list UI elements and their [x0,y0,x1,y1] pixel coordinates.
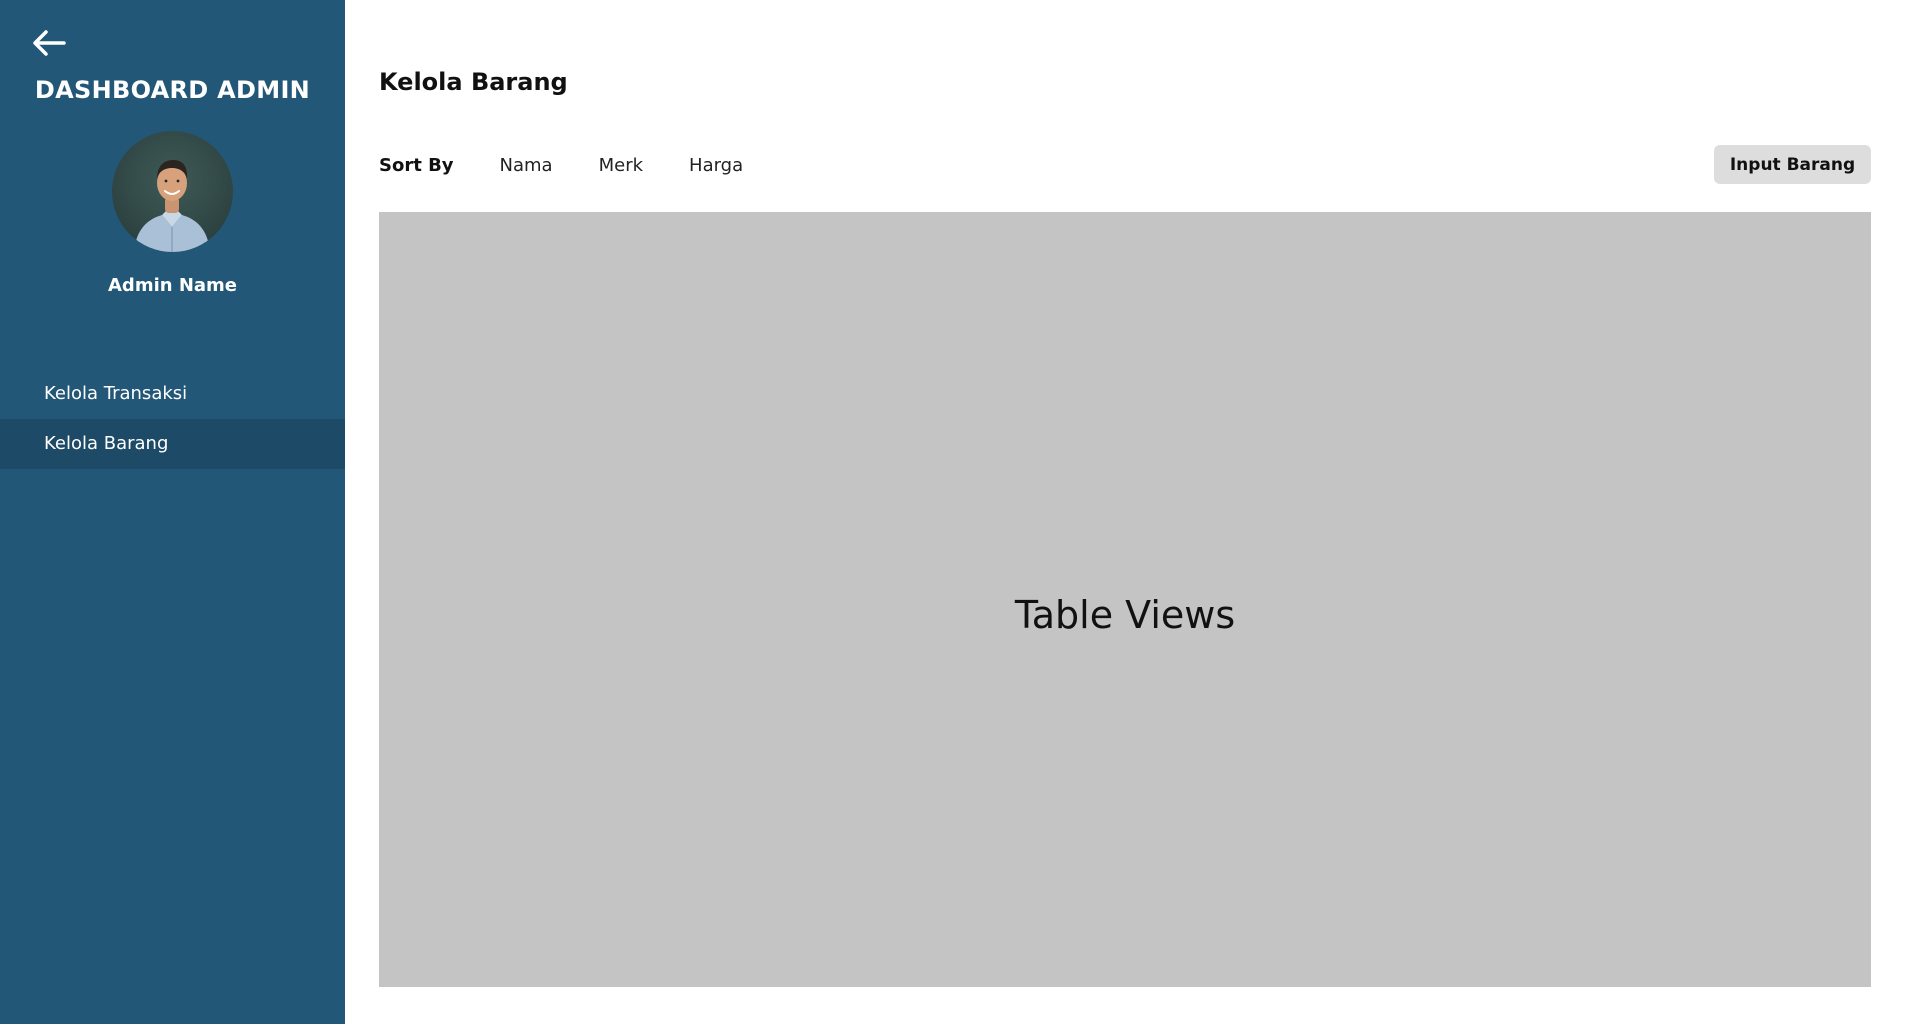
avatar [112,131,233,252]
page-title: Kelola Barang [379,68,568,96]
sort-option-merk[interactable]: Merk [599,155,643,176]
sidebar: DASHBOARD ADMIN Admin Name Kelola Transa… [0,0,345,1024]
sidebar-title: DASHBOARD ADMIN [34,76,311,104]
table-view-label: Table Views [1014,592,1236,637]
arrow-left-icon [33,30,66,56]
sort-option-harga[interactable]: Harga [689,155,743,176]
input-barang-button[interactable]: Input Barang [1714,145,1871,184]
sidebar-nav: Kelola Transaksi Kelola Barang [0,369,345,469]
main-content: Kelola Barang Sort By Nama Merk Harga In… [345,0,1920,1024]
sort-bar: Sort By Nama Merk Harga [379,152,789,178]
app: DASHBOARD ADMIN Admin Name Kelola Transa… [0,0,1920,1024]
table-view-placeholder: Table Views [379,212,1871,987]
back-button[interactable] [30,26,70,62]
sort-by-label: Sort By [379,154,454,176]
sort-option-nama[interactable]: Nama [500,155,553,176]
admin-name: Admin Name [108,275,237,296]
sidebar-item-kelola-transaksi[interactable]: Kelola Transaksi [0,369,345,419]
sidebar-item-kelola-barang[interactable]: Kelola Barang [0,419,345,469]
